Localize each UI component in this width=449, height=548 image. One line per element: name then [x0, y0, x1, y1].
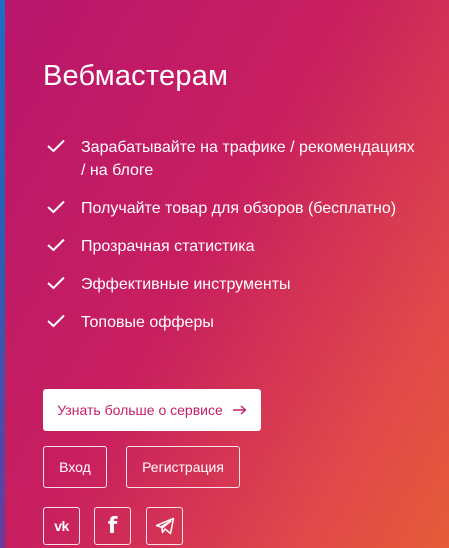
- telegram-button[interactable]: [146, 507, 183, 545]
- login-button[interactable]: Вход: [43, 446, 107, 488]
- feature-item: Получайте товар для обзоров (бесплатно): [43, 197, 423, 220]
- vk-icon: vk: [54, 518, 69, 534]
- check-icon: [47, 238, 65, 252]
- feature-text: Зарабатывайте на трафике / рекомендациях…: [81, 139, 415, 179]
- facebook-button[interactable]: f: [94, 507, 131, 545]
- features-list: Зарабатывайте на трафике / рекомендациях…: [43, 136, 423, 349]
- feature-text: Топовые офферы: [81, 314, 214, 331]
- feature-text: Получайте товар для обзоров (бесплатно): [81, 200, 397, 217]
- register-button[interactable]: Регистрация: [126, 446, 240, 488]
- learn-more-label: Узнать больше о сервисе: [57, 402, 223, 418]
- telegram-icon: [155, 517, 174, 535]
- feature-item: Топовые офферы: [43, 311, 423, 334]
- check-icon: [47, 200, 65, 214]
- feature-item: Зарабатывайте на трафике / рекомендациях…: [43, 136, 423, 182]
- webmasters-panel: Вебмастерам Зарабатывайте на трафике / р…: [5, 0, 449, 548]
- learn-more-button[interactable]: Узнать больше о сервисе: [43, 389, 261, 431]
- feature-text: Прозрачная статистика: [81, 238, 255, 255]
- vk-button[interactable]: vk: [43, 507, 80, 545]
- section-title: Вебмастерам: [43, 60, 229, 92]
- check-icon: [47, 276, 65, 290]
- check-icon: [47, 139, 65, 153]
- check-icon: [47, 314, 65, 328]
- facebook-icon: f: [107, 513, 118, 539]
- arrow-right-icon: [232, 405, 247, 415]
- feature-text: Эффективные инструменты: [81, 276, 291, 293]
- feature-item: Прозрачная статистика: [43, 235, 423, 258]
- feature-item: Эффективные инструменты: [43, 273, 423, 296]
